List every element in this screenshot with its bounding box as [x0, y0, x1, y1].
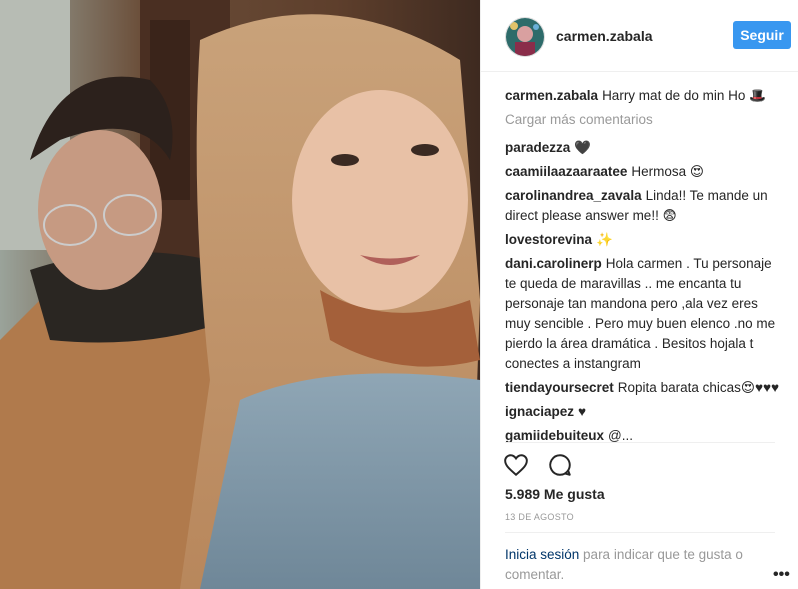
comment-text: ✨: [596, 232, 613, 247]
comment-item: tiendayoursecret Ropita barata chicas😍♥♥♥: [505, 378, 781, 398]
post-date[interactable]: 13 DE AGOSTO: [505, 512, 574, 522]
login-link[interactable]: Inicia sesión: [505, 547, 579, 562]
likes-count[interactable]: 5.989 Me gusta: [505, 486, 605, 502]
comment-item: carolinandrea_zavala Linda!! Te mande un …: [505, 186, 781, 226]
caption-username[interactable]: carmen.zabala: [505, 88, 598, 103]
comments-list[interactable]: carmen.zabala Harry mat de do min Ho 🎩 Ca…: [505, 86, 781, 442]
comment-username[interactable]: gamiidebuiteux: [505, 428, 604, 442]
comment-text: Hermosa 😍: [631, 164, 704, 179]
comment-text: Ropita barata chicas😍♥♥♥: [617, 380, 779, 395]
heart-icon[interactable]: [503, 452, 529, 478]
post-sidebar: carmen.zabala Seguir carmen.zabala Harry …: [480, 0, 798, 589]
post-actions: [503, 452, 587, 478]
load-more-comments-link[interactable]: Cargar más comentarios: [505, 110, 781, 130]
login-prompt: Inicia sesión para indicar que te gusta …: [505, 545, 765, 585]
comment-bubble-icon[interactable]: [547, 452, 573, 478]
comment-item: caamiilaazaaraatee Hermosa 😍: [505, 162, 781, 182]
comment-text: 🖤: [574, 140, 592, 155]
comment-username[interactable]: lovestorevina: [505, 232, 592, 247]
more-options-icon[interactable]: •••: [773, 566, 790, 584]
header-username[interactable]: carmen.zabala: [556, 28, 653, 44]
follow-button[interactable]: Seguir: [733, 21, 791, 49]
comment-item: dani.carolinerp Hola carmen . Tu personaj…: [505, 254, 781, 374]
comment-item: lovestorevina ✨: [505, 230, 781, 250]
comment-item: gamiidebuiteux @...: [505, 426, 781, 442]
comment-text: ♥: [578, 404, 587, 419]
divider: [505, 532, 775, 533]
avatar-image: [506, 18, 544, 56]
comment-username[interactable]: caamiilaazaaraatee: [505, 164, 627, 179]
comment-username[interactable]: tiendayoursecret: [505, 380, 614, 395]
comment-item: ignaciapez ♥: [505, 402, 781, 422]
comment-username[interactable]: dani.carolinerp: [505, 256, 602, 271]
comment-username[interactable]: paradezza: [505, 140, 570, 155]
post-header: carmen.zabala Seguir: [481, 0, 798, 72]
avatar[interactable]: [505, 17, 545, 57]
caption: carmen.zabala Harry mat de do min Ho 🎩: [505, 86, 781, 106]
divider: [505, 442, 775, 443]
comment-text: Hola carmen . Tu personaje te queda de m…: [505, 256, 776, 371]
selfie-image: [0, 0, 480, 589]
comment-text: @...: [608, 428, 633, 442]
comment-username[interactable]: ignaciapez: [505, 404, 574, 419]
post-photo[interactable]: [0, 0, 480, 589]
comment-item: paradezza 🖤: [505, 138, 781, 158]
caption-text: Harry mat de do min Ho 🎩: [602, 88, 766, 103]
comment-username[interactable]: carolinandrea_zavala: [505, 188, 642, 203]
